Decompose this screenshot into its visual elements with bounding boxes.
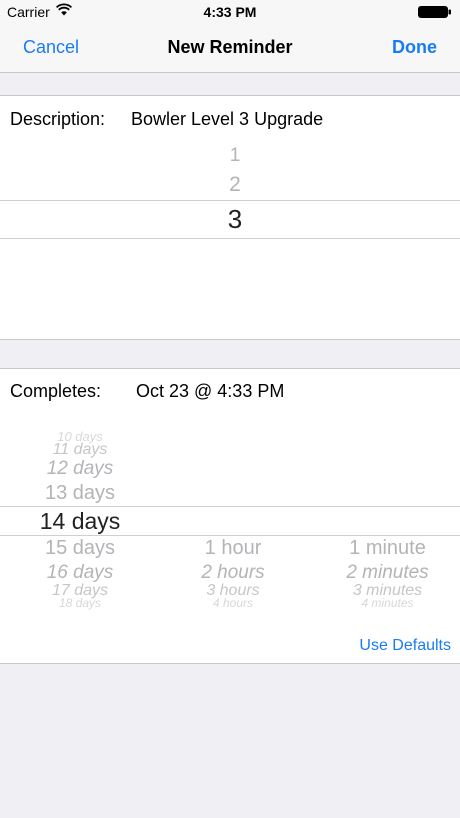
level-option[interactable]: 1 bbox=[0, 145, 460, 167]
days-selected[interactable]: 14 days bbox=[30, 508, 130, 535]
minutes-option[interactable]: 2 minutes bbox=[330, 562, 445, 584]
completes-label: Completes: bbox=[10, 381, 102, 401]
description-label: Description: bbox=[10, 109, 106, 129]
picker-selection-line bbox=[0, 238, 460, 239]
minutes-option[interactable]: 1 minute bbox=[330, 537, 445, 560]
page-title: New Reminder bbox=[167, 37, 293, 57]
picker-selection-line bbox=[0, 535, 460, 536]
days-option[interactable]: 18 days bbox=[35, 596, 125, 610]
days-option[interactable]: 11 days bbox=[35, 441, 125, 459]
status-bar: Carrier 4:33 PM bbox=[0, 0, 460, 24]
description-section: Description: Bowler Level 3 Upgrade 1 2 … bbox=[0, 95, 460, 340]
picker-selection-line bbox=[0, 200, 460, 201]
days-option[interactable]: 16 days bbox=[35, 562, 125, 584]
status-time: 4:33 PM bbox=[203, 4, 257, 20]
completes-section: Completes: Oct 23 @ 4:33 PM 10 days 11 d… bbox=[0, 368, 460, 664]
completes-value: Oct 23 @ 4:33 PM bbox=[136, 381, 285, 401]
done-button[interactable]: Done bbox=[392, 37, 437, 58]
level-selected[interactable]: 3 bbox=[0, 204, 460, 235]
use-defaults-button[interactable]: Use Defaults bbox=[359, 637, 451, 655]
level-option[interactable]: 2 bbox=[0, 173, 460, 197]
minutes-option[interactable]: 4 minutes bbox=[330, 596, 445, 610]
picker-selection-line bbox=[0, 506, 460, 507]
days-option[interactable]: 15 days bbox=[35, 537, 125, 560]
hours-option[interactable]: 2 hours bbox=[183, 562, 283, 584]
battery-icon bbox=[418, 6, 451, 18]
days-option[interactable]: 13 days bbox=[35, 482, 125, 505]
navigation-bar: Cancel New Reminder Done bbox=[0, 24, 460, 73]
days-option[interactable]: 12 days bbox=[35, 458, 125, 480]
hours-option[interactable]: 1 hour bbox=[183, 537, 283, 560]
description-value[interactable]: Bowler Level 3 Upgrade bbox=[131, 109, 323, 130]
hours-option[interactable]: 4 hours bbox=[183, 596, 283, 610]
